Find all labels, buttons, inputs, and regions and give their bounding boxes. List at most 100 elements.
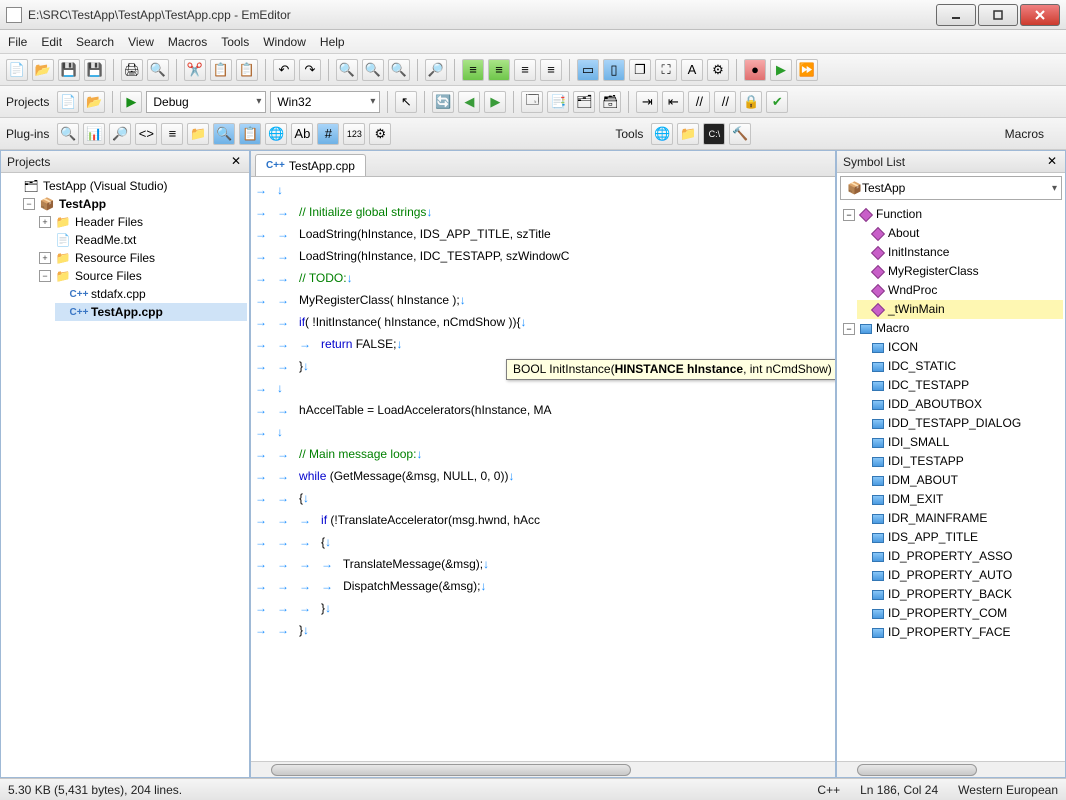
cursor-icon[interactable]: ↖ (395, 91, 417, 113)
symbol-macro[interactable]: ID_PROPERTY_AUTO (857, 566, 1063, 585)
tool-hammer-icon[interactable]: 🔨 (729, 123, 751, 145)
tree-folder-source[interactable]: −📁Source Files (39, 267, 247, 285)
symbol-function[interactable]: _tWinMain (857, 300, 1063, 319)
bookmarks-icon[interactable]: 📑 (547, 91, 569, 113)
symbol-function[interactable]: MyRegisterClass (857, 262, 1063, 281)
symbol-macro[interactable]: IDC_TESTAPP (857, 376, 1063, 395)
undo-icon[interactable]: ↶ (273, 59, 295, 81)
wrap-col-icon[interactable]: ≡ (540, 59, 562, 81)
print-icon[interactable]: 🖨 (121, 59, 143, 81)
tool-explorer-icon[interactable]: 📁 (677, 123, 699, 145)
hierarchy-icon[interactable]: 🗃 (599, 91, 621, 113)
symbol-macro[interactable]: ID_PROPERTY_COM (857, 604, 1063, 623)
record-macro-icon[interactable]: ● (744, 59, 766, 81)
run-icon[interactable]: ▶ (120, 91, 142, 113)
new-file-icon[interactable]: 📄 (6, 59, 28, 81)
wrap-none-icon[interactable]: ≡ (462, 59, 484, 81)
minimize-button[interactable] (936, 4, 976, 26)
editor-horizontal-scrollbar[interactable] (251, 761, 835, 777)
symbol-macro[interactable]: IDD_ABOUTBOX (857, 395, 1063, 414)
plugin-explorer-icon[interactable]: 🔍 (57, 123, 79, 145)
symbol-macro[interactable]: IDS_APP_TITLE (857, 528, 1063, 547)
plugin-projects-icon[interactable]: 📁 (187, 123, 209, 145)
symbol-group-macro[interactable]: −Macro (843, 319, 1063, 338)
plugin-wordcount-icon[interactable]: # (317, 123, 339, 145)
font-inc-icon[interactable]: A (681, 59, 703, 81)
maximize-button[interactable] (978, 4, 1018, 26)
menu-window[interactable]: Window (263, 35, 306, 49)
code-editor[interactable]: → ↓→ → // Initialize global strings↓→ → … (251, 177, 835, 761)
symbol-panel-close-icon[interactable]: ✕ (1045, 155, 1059, 169)
tool-cmd-icon[interactable]: C:\ (703, 123, 725, 145)
open-file-icon[interactable]: 📂 (32, 59, 54, 81)
refresh-icon[interactable]: 🔄 (432, 91, 454, 113)
menu-search[interactable]: Search (76, 35, 114, 49)
find-icon[interactable]: 🔎 (425, 59, 447, 81)
menu-edit[interactable]: Edit (41, 35, 62, 49)
fullscreen-icon[interactable]: ⛶ (655, 59, 677, 81)
cut-icon[interactable]: ✂️ (184, 59, 206, 81)
check-icon[interactable]: ✔ (766, 91, 788, 113)
tab-testapp[interactable]: C++ TestApp.cpp (255, 154, 366, 176)
indent-icon[interactable]: ⇥ (636, 91, 658, 113)
menu-view[interactable]: View (128, 35, 154, 49)
redo-icon[interactable]: ↷ (299, 59, 321, 81)
lock-icon[interactable]: 🔒 (740, 91, 762, 113)
tree-solution[interactable]: 🗂TestApp (Visual Studio) (7, 177, 247, 195)
platform-dropdown[interactable]: Win32 (270, 91, 380, 113)
symbols-icon[interactable]: 🗂 (573, 91, 595, 113)
plugin-wordcomplete-icon[interactable]: Ab (291, 123, 313, 145)
tool-ie-icon[interactable]: 🌐 (651, 123, 673, 145)
plugin-snippets-icon[interactable]: 📋 (239, 123, 261, 145)
properties-icon[interactable]: ⚙ (707, 59, 729, 81)
symbol-macro[interactable]: IDI_SMALL (857, 433, 1063, 452)
tree-file-testapp[interactable]: C++TestApp.cpp (55, 303, 247, 321)
run-macro-icon[interactable]: ⏩ (796, 59, 818, 81)
outdent-icon[interactable]: ⇤ (662, 91, 684, 113)
menu-tools[interactable]: Tools (221, 35, 249, 49)
tree-folder-header[interactable]: +📁Header Files (39, 213, 247, 231)
symbol-function[interactable]: InitInstance (857, 243, 1063, 262)
wrap-window-icon[interactable]: ≡ (488, 59, 510, 81)
plugin-findbar-icon[interactable]: 🔎 (109, 123, 131, 145)
play-macro-icon[interactable]: ▶ (770, 59, 792, 81)
menu-help[interactable]: Help (320, 35, 345, 49)
open-window-icon[interactable]: 🗔 (521, 91, 543, 113)
symbol-horizontal-scrollbar[interactable] (837, 761, 1065, 777)
tile-horz-icon[interactable]: ▭ (577, 59, 599, 81)
menu-file[interactable]: File (8, 35, 27, 49)
plugin-diff-icon[interactable]: 📊 (83, 123, 105, 145)
symbol-macro[interactable]: IDR_MAINFRAME (857, 509, 1063, 528)
plugin-outline-icon[interactable]: ≡ (161, 123, 183, 145)
symbol-macro[interactable]: ID_PROPERTY_FACE (857, 623, 1063, 642)
copy-icon[interactable]: 📋 (210, 59, 232, 81)
symbol-macro[interactable]: ID_PROPERTY_ASSO (857, 547, 1063, 566)
paste-icon[interactable]: 📋 (236, 59, 258, 81)
config-dropdown[interactable]: Debug (146, 91, 266, 113)
plugin-webpreview-icon[interactable]: 🌐 (265, 123, 287, 145)
plugin-gear-icon[interactable]: ⚙ (369, 123, 391, 145)
zoom-out-icon[interactable]: 🔍 (336, 59, 358, 81)
projects-panel-close-icon[interactable]: ✕ (229, 155, 243, 169)
save-icon[interactable]: 💾 (58, 59, 80, 81)
tree-project[interactable]: −📦TestApp (23, 195, 247, 213)
uncomment-icon[interactable]: // (714, 91, 736, 113)
back-icon[interactable]: ◀ (458, 91, 480, 113)
symbol-macro[interactable]: IDI_TESTAPP (857, 452, 1063, 471)
cascade-icon[interactable]: ❐ (629, 59, 651, 81)
print-preview-icon[interactable]: 🔍 (147, 59, 169, 81)
plugin-htmlbar-icon[interactable]: <> (135, 123, 157, 145)
new-project-icon[interactable]: 📄 (57, 91, 79, 113)
comment-icon[interactable]: // (688, 91, 710, 113)
symbol-group-function[interactable]: −Function (843, 205, 1063, 224)
tree-file-readme[interactable]: 📄ReadMe.txt (39, 231, 247, 249)
symbol-macro[interactable]: IDM_ABOUT (857, 471, 1063, 490)
zoom-in-icon[interactable]: 🔍 (362, 59, 384, 81)
save-all-icon[interactable]: 💾 (84, 59, 106, 81)
plugin-search-icon[interactable]: 🔍 (213, 123, 235, 145)
tile-vert-icon[interactable]: ▯ (603, 59, 625, 81)
tree-file-stdafx[interactable]: C++stdafx.cpp (55, 285, 247, 303)
symbol-macro[interactable]: IDD_TESTAPP_DIALOG (857, 414, 1063, 433)
symbol-macro[interactable]: ICON (857, 338, 1063, 357)
close-button[interactable] (1020, 4, 1060, 26)
